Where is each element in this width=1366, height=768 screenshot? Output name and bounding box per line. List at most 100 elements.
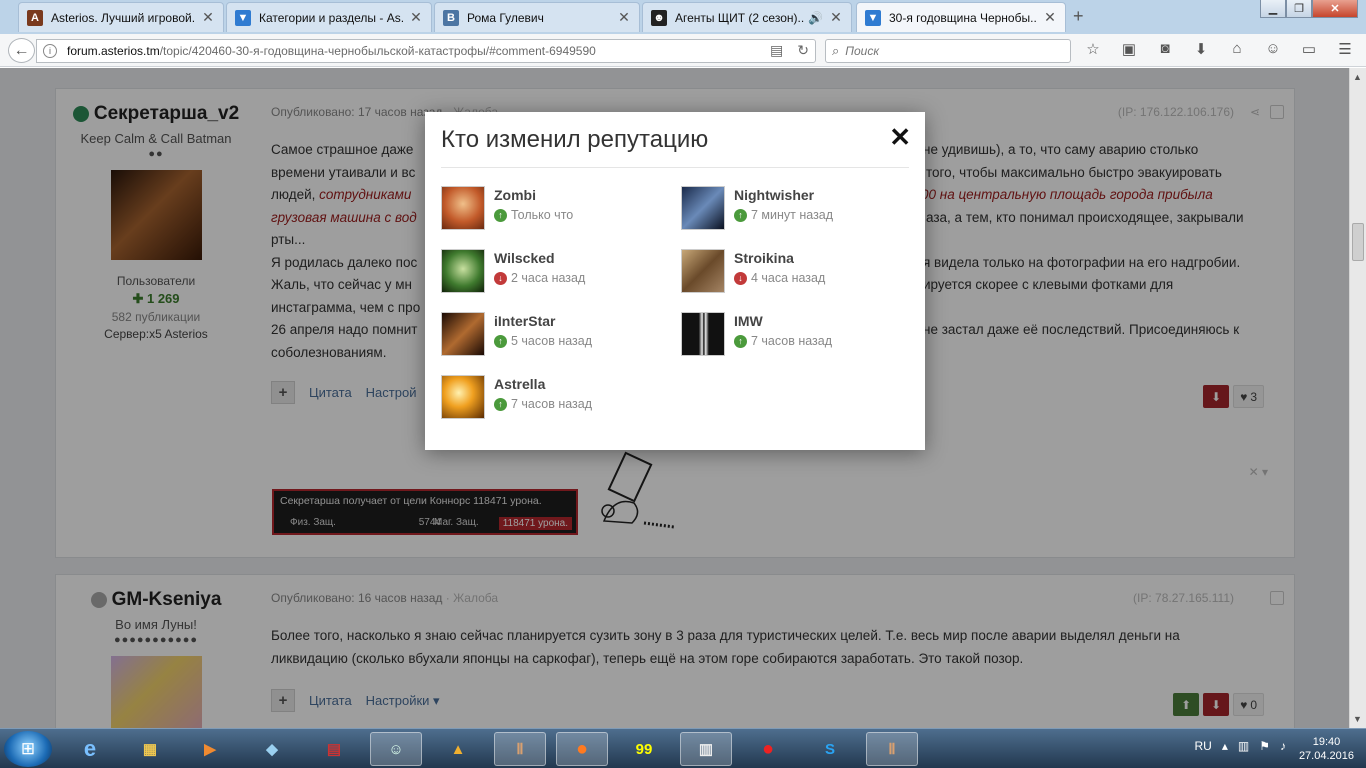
- maximize-button[interactable]: ❐: [1286, 0, 1312, 18]
- modal-divider: [441, 167, 909, 168]
- rep-list-item[interactable]: Stroikina ↓ 4 часа назад: [681, 249, 901, 295]
- rep-list-item[interactable]: Zombi ↑ Только что: [441, 186, 661, 232]
- counter-99-icon[interactable]: 99: [618, 732, 670, 766]
- rep-user-name[interactable]: Nightwisher: [734, 187, 814, 203]
- asterios-favicon-icon: A: [27, 9, 43, 26]
- tab-close-icon[interactable]: ✕: [409, 9, 423, 26]
- tray-expand-icon[interactable]: ▴: [1222, 739, 1228, 753]
- arrow-up-icon: ↑: [734, 334, 747, 348]
- browser-tab-bar: A Asterios. Лучший игровой... ✕ ▼ Катего…: [0, 0, 1366, 34]
- video-editor-icon[interactable]: ▥: [680, 732, 732, 766]
- menu-icon[interactable]: ☰: [1334, 40, 1356, 58]
- minimize-button[interactable]: ▁: [1260, 0, 1286, 18]
- tab-title: 30-я годовщина Чернобы...: [889, 10, 1037, 25]
- avatar[interactable]: [681, 312, 725, 356]
- home-icon[interactable]: ⌂: [1226, 40, 1248, 58]
- game-icon[interactable]: ▲: [432, 732, 484, 766]
- notes-icon[interactable]: ◆: [246, 732, 298, 766]
- smiley-icon[interactable]: ☺: [1262, 40, 1284, 58]
- scroll-down-icon[interactable]: ▼: [1353, 714, 1362, 724]
- language-indicator[interactable]: RU: [1195, 739, 1212, 753]
- search-input[interactable]: [845, 44, 1046, 58]
- bookmark-star-icon[interactable]: ☆: [1082, 40, 1104, 58]
- start-button[interactable]: ⊞: [4, 731, 52, 767]
- archive-icon[interactable]: ▤: [308, 732, 360, 766]
- rep-user-name[interactable]: Wilscked: [494, 250, 555, 266]
- vk-favicon-icon: В: [443, 9, 459, 26]
- avatar[interactable]: [441, 249, 485, 293]
- rep-time: ↑ 7 часов назад: [494, 397, 592, 411]
- back-button[interactable]: ←: [8, 38, 35, 63]
- rep-user-name[interactable]: Zombi: [494, 187, 536, 203]
- download-icon[interactable]: ⬇: [1190, 40, 1212, 58]
- explorer-icon[interactable]: ▦: [124, 732, 176, 766]
- messenger-icon[interactable]: ☺: [370, 732, 422, 766]
- avatar[interactable]: [681, 249, 725, 293]
- avatar[interactable]: [681, 186, 725, 230]
- scroll-thumb[interactable]: [1352, 223, 1364, 261]
- arrow-down-icon: ↓: [494, 271, 507, 285]
- tab-close-icon[interactable]: ✕: [1043, 9, 1057, 26]
- record-icon[interactable]: ●: [742, 732, 794, 766]
- reputation-modal: Кто изменил репутацию ✕ Zombi ↑ Только чт…: [425, 112, 925, 450]
- forum-favicon-icon: ▼: [235, 9, 251, 26]
- firefox-icon[interactable]: ●: [556, 732, 608, 766]
- network-icon[interactable]: ▥: [1238, 739, 1249, 753]
- rep-time: ↑ 7 часов назад: [734, 334, 832, 348]
- tab-close-icon[interactable]: ✕: [829, 9, 843, 26]
- url-bar[interactable]: i forum.asterios.tm/topic/420460-30-я-го…: [36, 39, 816, 63]
- audio-playing-icon[interactable]: 🔊: [808, 11, 823, 25]
- rep-list-item[interactable]: Nightwisher ↑ 7 минут назад: [681, 186, 901, 232]
- tab-close-icon[interactable]: ✕: [201, 9, 215, 26]
- system-tray: RU ▴ ▥ ⚑ ♪: [1195, 739, 1286, 753]
- avatar[interactable]: [441, 375, 485, 419]
- rep-time: ↑ Только что: [494, 208, 573, 222]
- search-icon: ⌕: [832, 43, 840, 58]
- reload-icon[interactable]: ↻: [797, 42, 809, 59]
- rep-list-item[interactable]: Astrella ↑ 7 часов назад: [441, 375, 661, 421]
- url-actions: ▤ ↻: [770, 42, 809, 59]
- tab-title: Asterios. Лучший игровой...: [51, 10, 195, 25]
- rep-list-item[interactable]: Wilscked ↓ 2 часа назад: [441, 249, 661, 295]
- clock[interactable]: 19:40 27.04.2016: [1299, 735, 1354, 763]
- arrow-up-icon: ↑: [494, 334, 507, 348]
- scroll-up-icon[interactable]: ▲: [1353, 72, 1362, 82]
- window-close-button[interactable]: ✕: [1312, 0, 1358, 18]
- screen-icon[interactable]: ▭: [1298, 40, 1320, 58]
- reader-view-icon[interactable]: ▤: [770, 42, 783, 59]
- rep-user-name[interactable]: iInterStar: [494, 313, 555, 329]
- rep-user-name[interactable]: IMW: [734, 313, 763, 329]
- tab-agents[interactable]: ☻ Агенты ЩИТ (2 сезон)... 🔊 ✕: [642, 2, 852, 32]
- rep-time: ↑ 7 минут назад: [734, 208, 833, 222]
- tab-close-icon[interactable]: ✕: [617, 9, 631, 26]
- new-tab-icon[interactable]: +: [1073, 6, 1084, 27]
- avatar[interactable]: [441, 312, 485, 356]
- media-player-icon[interactable]: ▶: [184, 732, 236, 766]
- game-launcher-icon[interactable]: Ⅱ: [494, 732, 546, 766]
- tab-asterios[interactable]: A Asterios. Лучший игровой... ✕: [18, 2, 224, 32]
- rep-list-item[interactable]: iInterStar ↑ 5 часов назад: [441, 312, 661, 358]
- info-icon[interactable]: i: [43, 44, 57, 58]
- ie-icon[interactable]: e: [64, 732, 116, 766]
- rep-user-name[interactable]: Stroikina: [734, 250, 794, 266]
- avatar[interactable]: [441, 186, 485, 230]
- rep-time: ↓ 2 часа назад: [494, 271, 585, 285]
- arrow-up-icon: ↑: [734, 208, 747, 222]
- page-scrollbar[interactable]: ▲ ▼: [1349, 68, 1366, 728]
- flag-icon[interactable]: ⚑: [1259, 739, 1270, 753]
- tab-categories[interactable]: ▼ Категории и разделы - As... ✕: [226, 2, 432, 32]
- volume-icon[interactable]: ♪: [1280, 739, 1286, 753]
- tab-chernobyl[interactable]: ▼ 30-я годовщина Чернобы... ✕: [856, 2, 1066, 32]
- rep-list-item[interactable]: IMW ↑ 7 часов назад: [681, 312, 901, 358]
- modal-close-button[interactable]: ✕: [889, 124, 911, 150]
- toolbar-icons: ☆ ▣ ◙ ⬇ ⌂ ☺ ▭ ☰: [1082, 40, 1356, 58]
- tab-vk[interactable]: В Рома Гулевич ✕: [434, 2, 640, 32]
- rep-user-name[interactable]: Astrella: [494, 376, 545, 392]
- search-bar[interactable]: ⌕: [825, 39, 1071, 63]
- lineage-icon[interactable]: Ⅱ: [866, 732, 918, 766]
- forum-favicon-icon: ▼: [865, 9, 881, 26]
- reading-list-icon[interactable]: ▣: [1118, 40, 1140, 58]
- skype-icon[interactable]: S: [804, 732, 856, 766]
- pocket-icon[interactable]: ◙: [1154, 40, 1176, 58]
- rep-time: ↑ 5 часов назад: [494, 334, 592, 348]
